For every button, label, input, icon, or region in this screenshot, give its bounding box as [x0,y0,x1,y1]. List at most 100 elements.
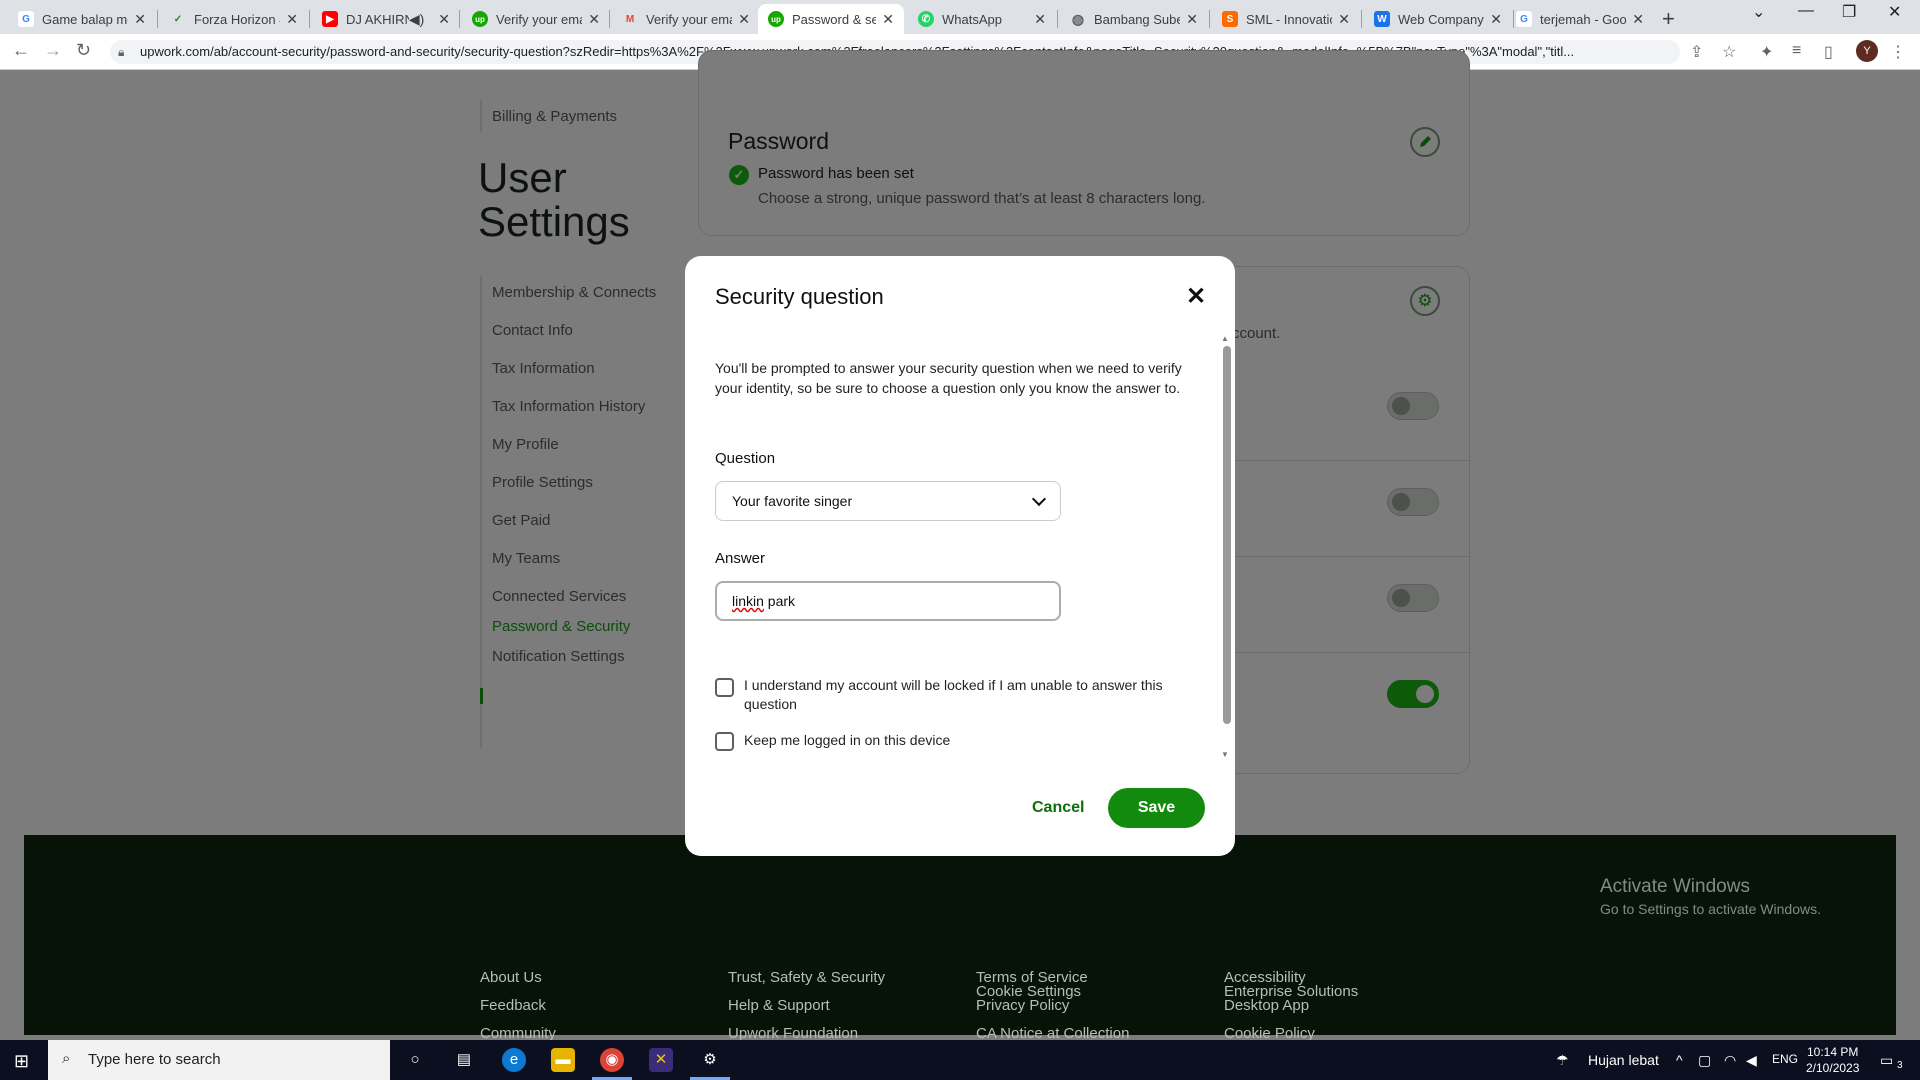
close-tab-icon[interactable]: ✕ [588,11,600,28]
language-indicator[interactable]: ENG [1772,1052,1798,1066]
close-tab-icon[interactable]: ✕ [1186,11,1198,28]
clock[interactable]: 10:14 PM 2/10/2023 [1806,1044,1859,1076]
close-tab-icon[interactable]: ✕ [1034,11,1046,28]
notification-icon[interactable]: ▭ [1880,1052,1893,1069]
browser-tab-active[interactable]: up Password & sec ✕ [758,4,904,34]
reload-icon[interactable]: ↻ [76,40,91,61]
footer-link[interactable]: Trust, Safety & Security [728,969,885,986]
close-tab-icon[interactable]: ✕ [882,11,894,28]
save-button[interactable]: Save [1108,788,1205,828]
browser-tab[interactable]: ✓ Forza Horizon 4 ✕ [160,4,308,34]
browser-tab[interactable]: G terjemah - Goo ✕ [1506,4,1654,34]
gear-icon[interactable]: ⚙ [1410,286,1440,316]
sidebar-item-tax-information[interactable]: Tax Information [492,360,595,377]
footer-link[interactable]: Cookie Settings [976,983,1081,1000]
close-tab-icon[interactable]: ✕ [438,11,450,28]
answer-input[interactable]: linkin park [715,581,1061,621]
menu-icon[interactable]: ⋮ [1890,42,1906,62]
tab-title: Verify your ema [496,11,583,27]
edge-icon[interactable]: e [502,1048,526,1072]
extensions-icon[interactable]: ✦ [1760,42,1773,62]
tab-search-icon[interactable]: ⌄ [1752,2,1765,22]
close-tab-icon[interactable]: ✕ [1632,11,1644,28]
new-tab-icon[interactable]: + [1662,6,1675,32]
sidebar-item-billing[interactable]: Billing & Payments [492,108,617,125]
close-tab-icon[interactable]: ✕ [1490,11,1502,28]
file-explorer-icon[interactable]: ▬ [551,1048,575,1072]
sidebar-item-password-security[interactable]: Password & Security [492,618,630,635]
chrome-icon[interactable]: ◉ [600,1048,624,1072]
sidebar-item-contact-info[interactable]: Contact Info [492,322,573,339]
edit-password-button[interactable] [1410,127,1440,157]
browser-tab[interactable]: G Game balap mo ✕ [8,4,156,34]
sidebar-item-membership[interactable]: Membership & Connects [492,284,656,301]
modal-scrollbar[interactable]: ▲ ▼ [1221,334,1231,760]
footer-link[interactable]: Help & Support [728,997,830,1014]
close-tab-icon[interactable]: ✕ [286,11,298,28]
toggle-switch[interactable] [1387,584,1439,612]
meet-now-icon[interactable]: ▢ [1698,1052,1711,1069]
sidebar-item-get-paid[interactable]: Get Paid [492,512,550,529]
scroll-thumb[interactable] [1223,346,1231,724]
windows-start-icon[interactable]: ⊞ [14,1051,29,1072]
profile-avatar[interactable]: Y [1856,40,1878,62]
sidebar-item-connected-services[interactable]: Connected Services [492,588,626,605]
close-window-icon[interactable]: ✕ [1888,2,1901,22]
browser-tab[interactable]: M Verify your ema ✕ [612,4,760,34]
close-tab-icon[interactable]: ✕ [738,11,750,28]
cancel-button[interactable]: Cancel [1032,799,1084,817]
close-tab-icon[interactable]: ✕ [134,11,146,28]
scroll-down-arrow-icon[interactable]: ▼ [1221,750,1229,759]
footer-link[interactable]: About Us [480,969,542,986]
sidebar-item-profile-settings[interactable]: Profile Settings [492,474,593,491]
weather-icon[interactable]: ☂ [1556,1052,1569,1069]
keep-logged-in-label[interactable]: Keep me logged in on this device [744,731,1184,750]
side-panel-icon[interactable]: ▯ [1824,42,1833,62]
question-select[interactable]: Your favorite singer [715,481,1061,521]
keep-logged-in-checkbox[interactable] [715,732,734,751]
toggle-switch[interactable] [1387,488,1439,516]
sidebar-item-my-profile[interactable]: My Profile [492,436,559,453]
cortana-icon[interactable]: ○ [403,1048,427,1072]
wifi-icon[interactable]: ◠ [1724,1052,1736,1069]
taskbar: ⊞ ⌕ Type here to search ○ ▤ e ▬ ◉ ✕ ⚙ ☂ … [0,1040,1920,1080]
restore-icon[interactable]: ❐ [1842,2,1856,22]
sidebar-item-notification-settings[interactable]: Notification Settings [492,648,625,665]
sidebar-item-my-teams[interactable]: My Teams [492,550,560,567]
close-tab-icon[interactable]: ✕ [1338,11,1350,28]
audio-icon[interactable]: ◀) [409,11,424,28]
locked-account-label[interactable]: I understand my account will be locked i… [744,676,1184,714]
share-icon[interactable]: ⇪ [1690,42,1703,62]
minimize-icon[interactable]: — [1798,2,1814,20]
scroll-up-arrow-icon[interactable]: ▲ [1221,334,1229,343]
footer-link[interactable]: Feedback [480,997,546,1014]
task-view-icon[interactable]: ▤ [452,1048,476,1072]
browser-tab[interactable]: ▶ DJ AKHIRN ◀) ✕ [312,4,460,34]
forward-icon[interactable]: → [44,40,62,61]
lock-icon[interactable]: 🔒︎ [118,45,124,60]
question-value: Your favorite singer [732,493,853,509]
forza-icon: ✓ [173,13,183,25]
locked-account-checkbox[interactable] [715,678,734,697]
toggle-switch-on[interactable] [1387,680,1439,708]
footer-link[interactable]: Enterprise Solutions [1224,983,1358,1000]
back-icon[interactable]: ← [12,40,30,61]
weather-text[interactable]: Hujan lebat [1588,1052,1659,1068]
browser-tab[interactable]: S SML - Innovatio ✕ [1212,4,1360,34]
browser-tab[interactable]: W Web Company I ✕ [1364,4,1512,34]
app-x-icon[interactable]: ✕ [649,1048,673,1072]
toggle-switch[interactable] [1387,392,1439,420]
settings-icon[interactable]: ⚙ [698,1048,722,1072]
browser-tab[interactable]: up Verify your ema ✕ [462,4,610,34]
bookmark-star-icon[interactable]: ☆ [1722,42,1736,62]
volume-icon[interactable]: ◀ [1746,1052,1757,1069]
tray-chevron-up-icon[interactable]: ^ [1676,1052,1683,1068]
taskbar-search[interactable]: ⌕ Type here to search [48,1040,390,1080]
close-icon[interactable]: ✕ [1186,282,1206,311]
chevron-down-icon [1031,491,1047,507]
browser-tab[interactable]: ◍ Bambang Suber ✕ [1060,4,1208,34]
sidebar-item-tax-history[interactable]: Tax Information History [492,398,645,415]
modal-description: You'll be prompted to answer your securi… [715,360,1182,396]
media-icon[interactable]: ≡ [1792,42,1801,60]
browser-tab[interactable]: ✆ WhatsApp ✕ [908,4,1056,34]
